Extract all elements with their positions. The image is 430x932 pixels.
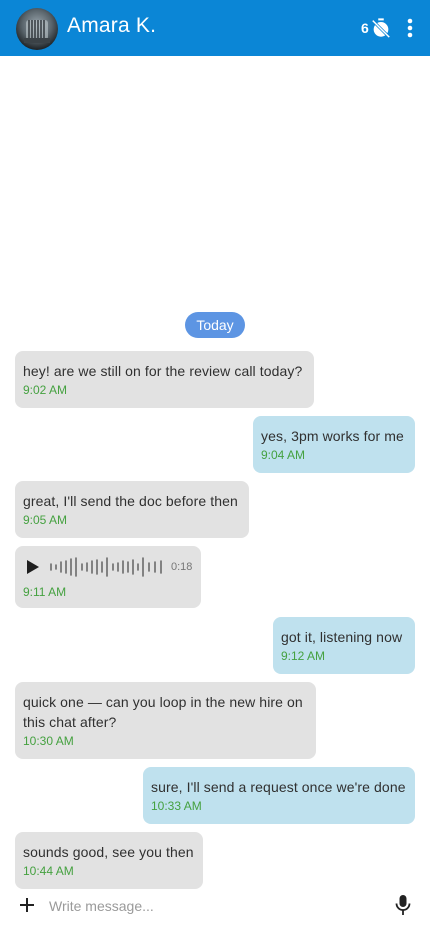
message-time: 10:33 AM xyxy=(151,799,202,813)
message-input[interactable] xyxy=(47,893,381,919)
app-bar: Amara K. 6 xyxy=(0,0,430,56)
message-time: 10:44 AM xyxy=(23,864,74,878)
message-text: sure, I'll send a request once we're don… xyxy=(151,779,406,795)
message-text: got it, listening now xyxy=(281,629,403,645)
date-separator: Today xyxy=(185,312,245,338)
message-composer xyxy=(0,890,430,920)
message-time: 9:04 AM xyxy=(261,448,306,462)
message-bubble[interactable]: quick one — can you loop in the new hire… xyxy=(15,682,316,759)
avatar[interactable] xyxy=(16,8,58,50)
message-time: 9:11 AM xyxy=(23,585,67,599)
message-text: yes, 3pm works for me xyxy=(261,428,404,444)
self-destruct-timer[interactable]: 6 xyxy=(361,17,392,39)
message-bubble[interactable]: sounds good, see you then 10:44 AM xyxy=(15,832,203,889)
voice-duration: 0:18 xyxy=(171,561,193,573)
mic-icon[interactable] xyxy=(395,894,411,916)
timer-off-icon xyxy=(371,18,391,39)
play-icon[interactable] xyxy=(23,558,41,576)
message-text: great, I'll send the doc before then xyxy=(23,493,238,509)
message-text: quick one — can you loop in the new hire… xyxy=(23,694,303,730)
message-bubble[interactable]: yes, 3pm works for me 9:04 AM xyxy=(253,416,415,473)
message-time: 9:02 AM xyxy=(23,383,68,397)
more-vert-icon[interactable] xyxy=(401,17,419,39)
message-bubble[interactable]: sure, I'll send a request once we're don… xyxy=(143,767,415,824)
voice-message-bubble[interactable]: 0:18 9:11 AM xyxy=(15,546,201,608)
message-bubble[interactable]: hey! are we still on for the review call… xyxy=(15,351,314,408)
message-bubble[interactable]: great, I'll send the doc before then 9:0… xyxy=(15,481,249,538)
waveform[interactable] xyxy=(49,556,165,578)
voice-player: 0:18 xyxy=(23,555,193,579)
plus-icon[interactable] xyxy=(18,896,36,914)
message-time: 9:05 AM xyxy=(23,513,68,527)
message-time: 10:30 AM xyxy=(23,734,74,748)
message-bubble[interactable]: got it, listening now 9:12 AM xyxy=(273,617,415,674)
message-text: sounds good, see you then xyxy=(23,844,194,860)
contact-name[interactable]: Amara K. xyxy=(67,14,156,38)
timer-count: 6 xyxy=(361,20,369,36)
message-text: hey! are we still on for the review call… xyxy=(23,363,303,379)
message-time: 9:12 AM xyxy=(281,649,326,663)
